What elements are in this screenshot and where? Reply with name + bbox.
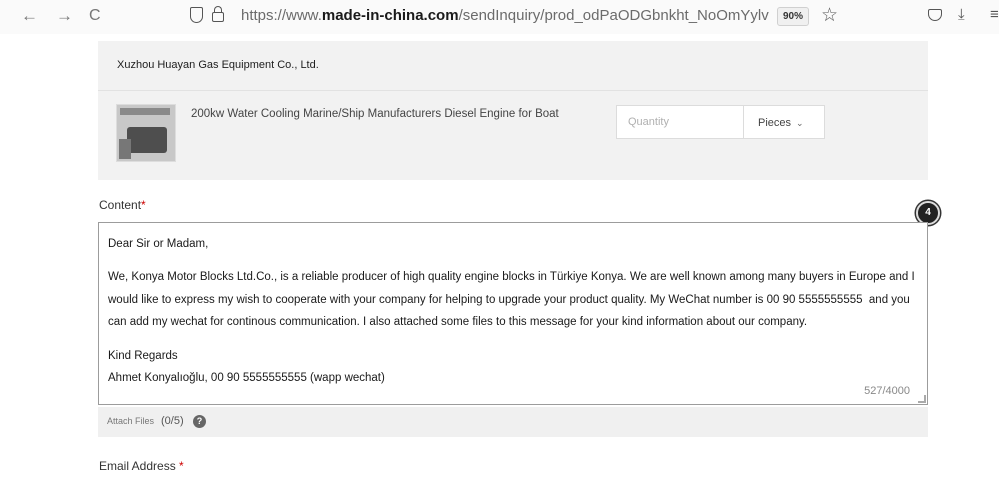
help-icon[interactable]: ? bbox=[193, 415, 206, 428]
lock-icon[interactable] bbox=[212, 6, 224, 22]
message-signature: Ahmet Konyalıoğlu, 00 90 5555555555 (wap… bbox=[108, 372, 385, 385]
unit-select-value: Pieces bbox=[758, 117, 792, 129]
attach-files-label[interactable]: Attach Files bbox=[107, 416, 154, 426]
message-body: We, Konya Motor Blocks Ltd.Co., is a rel… bbox=[108, 271, 918, 329]
shield-icon[interactable] bbox=[190, 7, 203, 23]
back-arrow-icon[interactable]: ← bbox=[21, 6, 38, 26]
email-address-label: Email Address * bbox=[99, 459, 184, 473]
character-counter: 527/4000 bbox=[864, 385, 910, 397]
url-text[interactable]: https://www.made-in-china.com/sendInquir… bbox=[241, 7, 769, 24]
unit-select[interactable]: Pieces ⌄ bbox=[743, 105, 825, 139]
quantity-input[interactable] bbox=[616, 105, 744, 139]
supplier-name: Xuzhou Huayan Gas Equipment Co., Ltd. bbox=[117, 59, 319, 71]
message-greeting: Dear Sir or Madam, bbox=[108, 238, 209, 250]
required-mark: * bbox=[141, 198, 146, 212]
content-textarea[interactable]: Dear Sir or Madam, We, Konya Motor Block… bbox=[98, 222, 928, 405]
resize-handle[interactable] bbox=[918, 395, 926, 403]
menu-icon[interactable]: ≡ bbox=[990, 6, 999, 23]
zoom-level[interactable]: 90% bbox=[777, 7, 809, 26]
product-thumbnail bbox=[116, 104, 176, 162]
product-title: 200kw Water Cooling Marine/Ship Manufact… bbox=[191, 108, 559, 120]
address-bar[interactable]: https://www.made-in-china.com/sendInquir… bbox=[182, 4, 850, 30]
browser-toolbar: ← → C https://www.made-in-china.com/send… bbox=[0, 0, 999, 34]
chevron-down-icon: ⌄ bbox=[796, 118, 804, 128]
download-icon[interactable]: ⤓ bbox=[958, 6, 965, 23]
reload-icon[interactable]: C bbox=[89, 6, 101, 26]
product-info-panel: Xuzhou Huayan Gas Equipment Co., Ltd. 20… bbox=[98, 41, 928, 180]
bookmark-star-icon[interactable]: ☆ bbox=[821, 4, 838, 27]
forward-arrow-icon[interactable]: → bbox=[56, 6, 73, 26]
attach-files-count: (0/5) bbox=[161, 415, 184, 427]
message-text[interactable]: Dear Sir or Madam, We, Konya Motor Block… bbox=[108, 233, 923, 389]
message-closing: Kind Regards bbox=[108, 349, 178, 362]
panel-divider bbox=[98, 90, 928, 91]
attach-files-bar[interactable]: Attach Files (0/5) ? bbox=[98, 407, 928, 437]
pocket-icon[interactable] bbox=[928, 9, 942, 21]
required-mark: * bbox=[179, 459, 184, 473]
content-label: Content* bbox=[99, 198, 146, 212]
